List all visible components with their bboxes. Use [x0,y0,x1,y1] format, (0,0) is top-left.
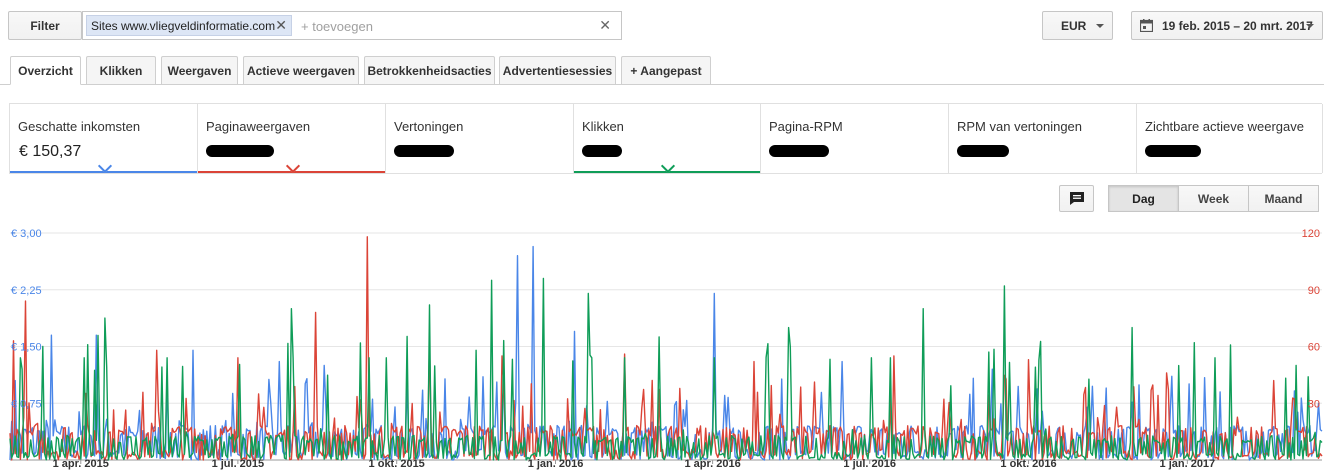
scorecard-label: Klikken [582,119,624,134]
filter-chip-label: Sites www.vliegveldinformatie.com [91,18,276,33]
series-line [9,245,1323,461]
y-left-tick-label: € 0,75 [11,398,42,410]
scorecard-vertoningen[interactable]: Vertoningen [386,104,574,173]
chevron-down-icon [1306,24,1314,28]
scorecard-value: € 150,37 [19,143,82,160]
tab-klikken[interactable]: Klikken [86,56,156,85]
scorecard-label: Zichtbare actieve weergave [1145,119,1304,134]
redaction-mark [769,145,829,157]
redaction-mark [957,145,1009,157]
y-left-tick-label: € 1,50 [11,342,42,354]
filter-button[interactable]: Filter [8,11,82,40]
y-left-tick-label: € 3,00 [11,228,42,240]
tab-weergaven[interactable]: Weergaven [161,56,238,85]
x-tick-label: 1 jul. 2016 [843,458,896,470]
redaction-mark [394,145,454,157]
date-range-picker[interactable]: 19 feb. 2015 – 20 mrt. 2017 [1131,11,1323,40]
x-tick-label: 1 jan. 2016 [528,458,584,470]
currency-value: EUR [1061,18,1087,33]
x-tick-label: 1 jan. 2017 [1160,458,1216,470]
scorecard-label: Geschatte inkomsten [18,119,141,134]
x-tick-label: 1 apr. 2016 [684,458,740,470]
scorecard-row: Geschatte inkomsten € 150,37 Paginaweerg… [9,103,1323,174]
scorecard-rpm-van-vertoningen[interactable]: RPM van vertoningen [949,104,1137,173]
scorecard-label: RPM van vertoningen [957,119,1083,134]
scorecard-zichtbare-actieve-weergave[interactable]: Zichtbare actieve weergave [1137,104,1323,173]
y-right-tick-label: 60 [1308,342,1320,354]
x-tick-label: 1 okt. 2015 [369,458,425,470]
y-right-tick-label: 120 [1302,228,1320,240]
x-tick-label: 1 okt. 2016 [1000,458,1056,470]
scorecard-pagina-rpm[interactable]: Pagina-RPM [761,104,949,173]
redaction-mark [1145,145,1201,157]
close-icon[interactable]: ✕ [275,17,287,34]
filter-add-input[interactable] [299,16,593,37]
granularity-maand-button[interactable]: Maand [1248,185,1319,212]
calendar-icon [1140,19,1153,32]
tab-actieve-weergaven[interactable]: Actieve weergaven [243,56,359,85]
granularity-dag-button[interactable]: Dag [1108,185,1179,212]
comment-icon [1069,192,1084,205]
filter-box[interactable]: Sites www.vliegveldinformatie.com ✕ ✕ [82,11,622,40]
tab-overzicht[interactable]: Overzicht [10,56,81,85]
granularity-toggle: Dag Week Maand [1108,185,1319,212]
tab-betrokkenheidsacties[interactable]: Betrokkenheidsacties [364,56,495,85]
tab-advertentiesessies[interactable]: Advertentiesessies [499,56,616,85]
chevron-down-icon [1096,24,1104,28]
scorecard-label: Pagina-RPM [769,119,843,134]
scorecard-label: Vertoningen [394,119,464,134]
currency-dropdown[interactable]: EUR [1042,11,1113,40]
annotation-button[interactable] [1059,185,1094,212]
scorecard-paginaweergaven[interactable]: Paginaweergaven [198,104,386,174]
redaction-mark [206,145,274,157]
y-right-tick-label: 90 [1308,285,1320,297]
x-tick-label: 1 apr. 2015 [53,458,109,470]
y-right-tick-label: 30 [1308,398,1320,410]
scorecard-geschatte-inkomsten[interactable]: Geschatte inkomsten € 150,37 [10,104,198,174]
clear-filter-icon[interactable]: ✕ [599,17,611,34]
tab-aangepast[interactable]: + Aangepast [621,56,711,85]
scorecard-klikken[interactable]: Klikken [574,104,761,174]
performance-line-chart: € 0,75 € 1,50 € 2,25 € 3,00 30 60 90 120 1 apr. … [9,228,1323,470]
scorecard-label: Paginaweergaven [206,119,311,134]
granularity-week-button[interactable]: Week [1178,185,1249,212]
date-range-label: 19 feb. 2015 – 20 mrt. 2017 [1162,18,1313,33]
filter-chip[interactable]: Sites www.vliegveldinformatie.com ✕ [86,15,292,36]
redaction-mark [582,145,622,157]
y-left-tick-label: € 2,25 [11,285,42,297]
x-tick-label: 1 jul. 2015 [212,458,265,470]
